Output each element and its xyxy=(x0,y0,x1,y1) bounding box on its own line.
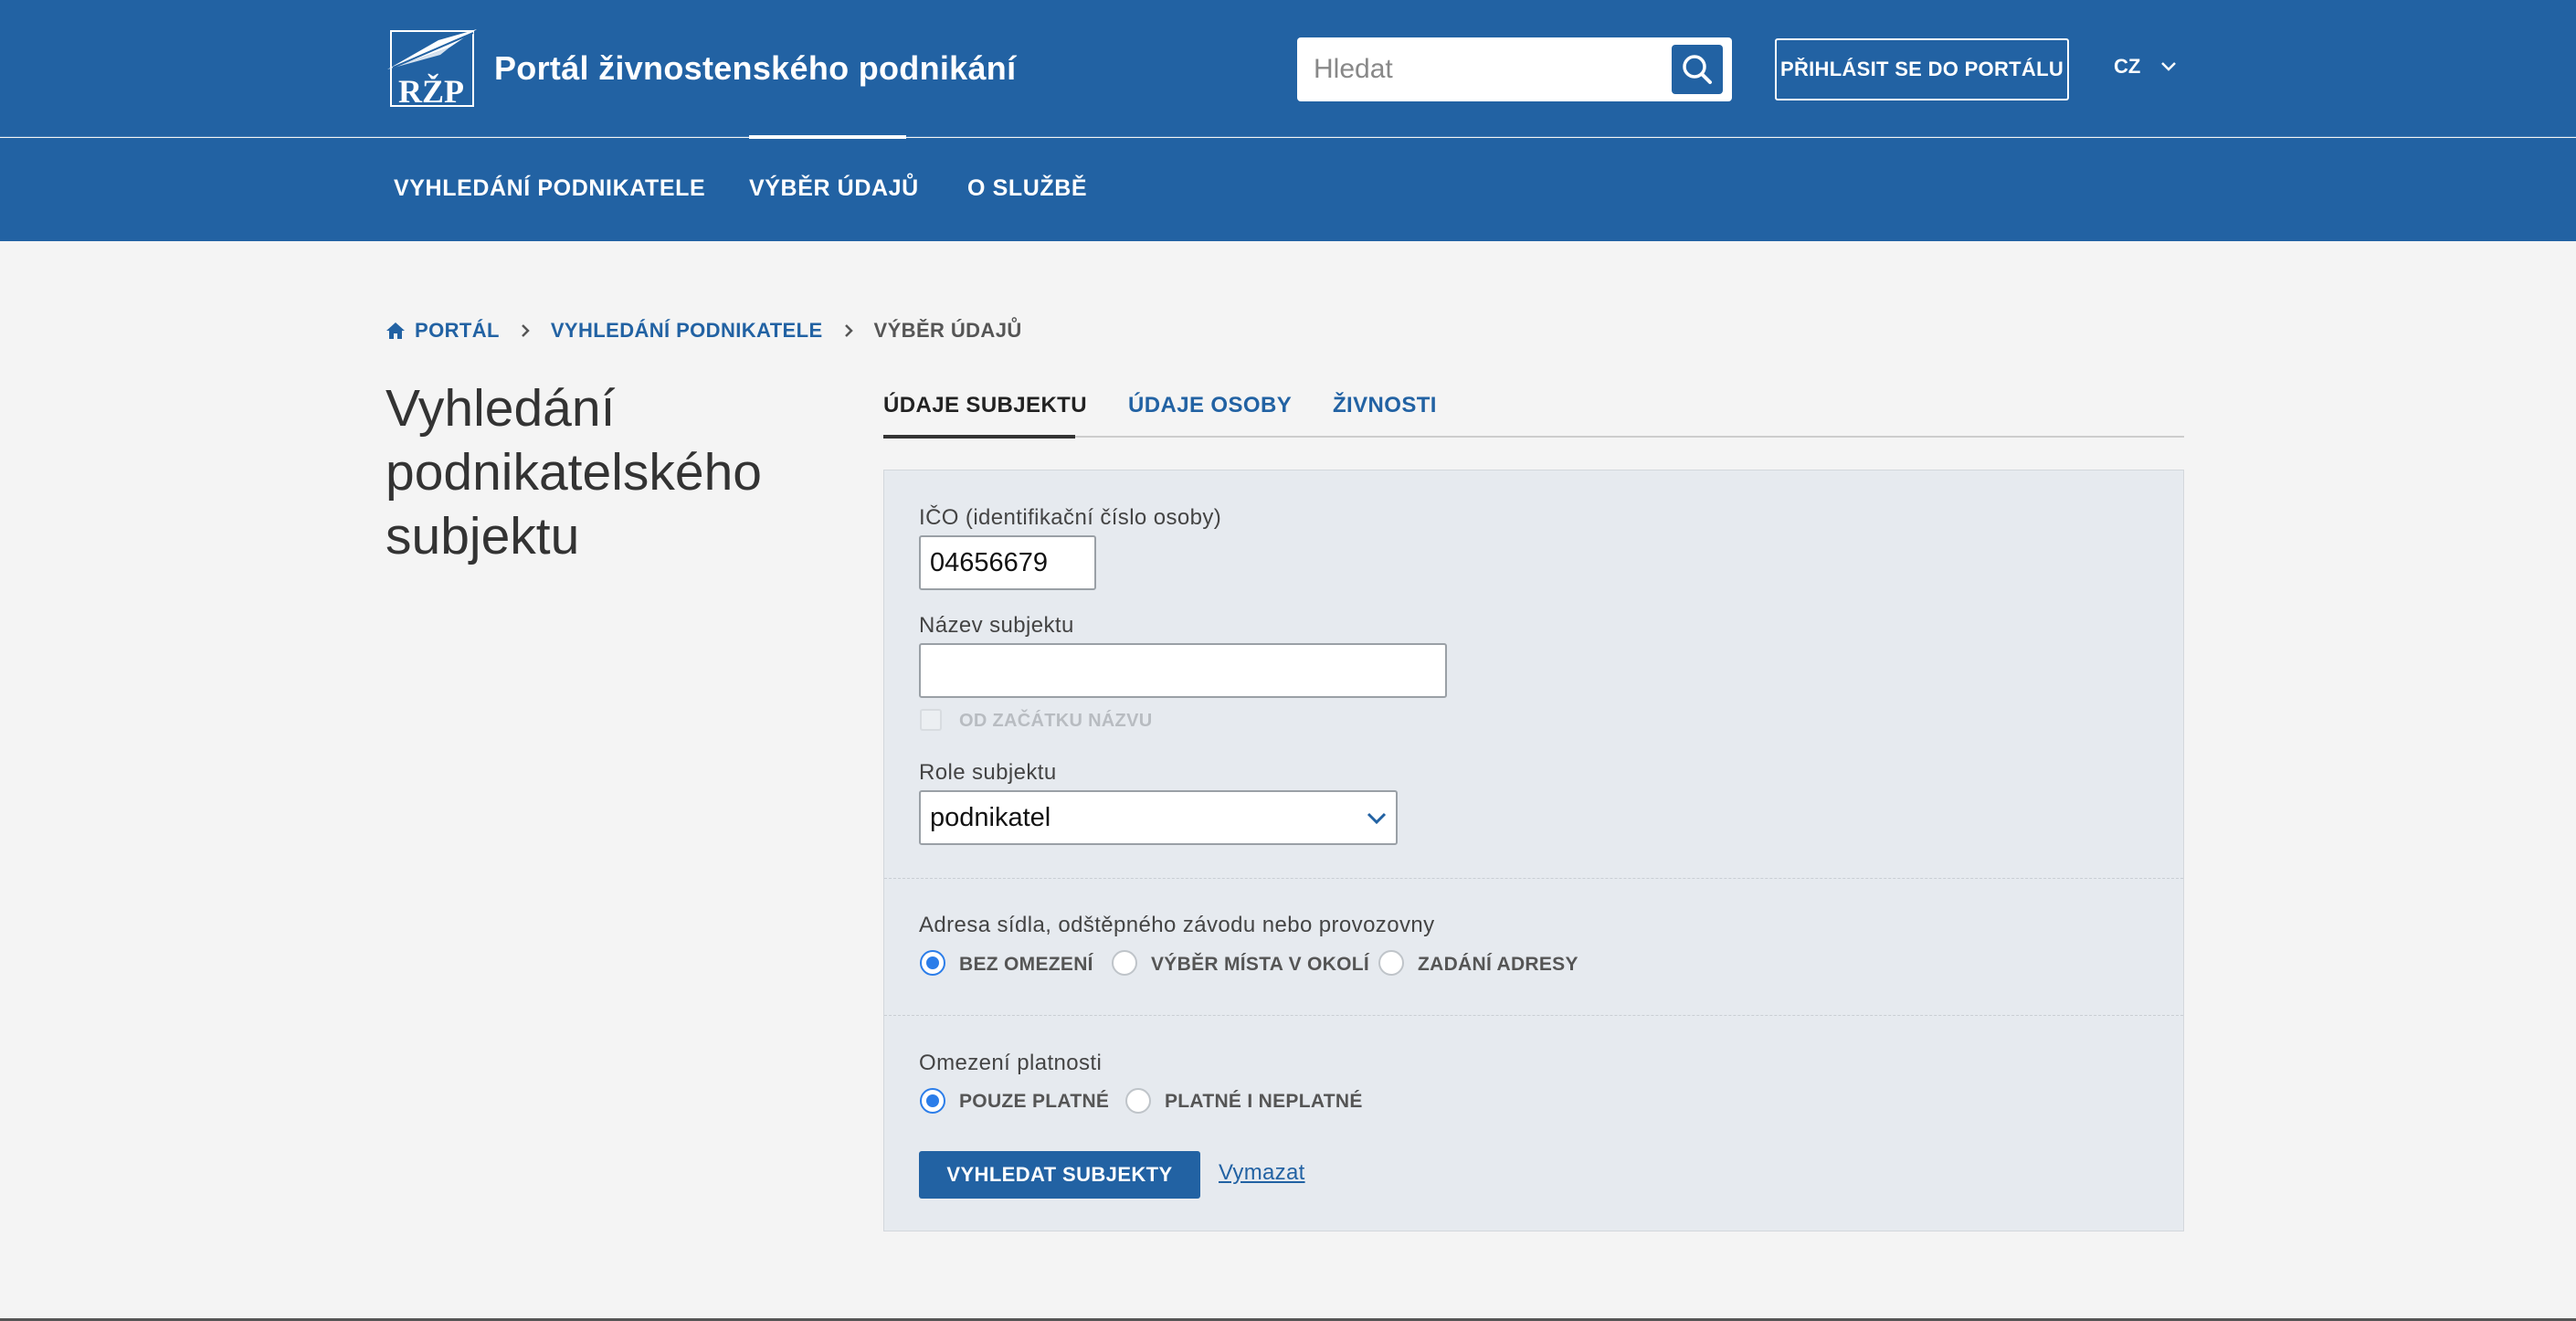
subject-name-label: Název subjektu xyxy=(919,613,1074,638)
home-icon[interactable] xyxy=(385,322,406,340)
tabs-divider xyxy=(883,436,2184,438)
address-radio-vyber-mista[interactable] xyxy=(1112,950,1137,976)
from-start-checkbox[interactable] xyxy=(920,709,942,731)
nav-item-o-sluzbe[interactable]: O SLUŽBĚ xyxy=(967,175,1087,202)
clear-link[interactable]: Vymazat xyxy=(1219,1160,1305,1186)
address-label: Adresa sídla, odštěpného závodu nebo pro… xyxy=(919,913,1435,937)
address-option-vyber-mista[interactable]: VÝBĚR MÍSTA V OKOLÍ xyxy=(1151,954,1369,976)
section-divider xyxy=(884,1015,2183,1016)
page-title-line-1: Vyhledání xyxy=(385,379,616,438)
search-input[interactable] xyxy=(1314,47,1661,92)
breadcrumb-vyhledani[interactable]: VYHLEDÁNÍ PODNIKATELE xyxy=(551,319,823,343)
section-divider xyxy=(884,878,2183,879)
validity-radio-pouze-platne[interactable] xyxy=(920,1088,945,1114)
address-radio-zadani-adresy[interactable] xyxy=(1378,950,1404,976)
role-select-value: podnikatel xyxy=(930,802,1051,832)
tab-udaje-osoby[interactable]: ÚDAJE OSOBY xyxy=(1128,393,1292,418)
login-button[interactable]: PŘIHLÁSIT SE DO PORTÁLU xyxy=(1775,38,2069,100)
role-label: Role subjektu xyxy=(919,760,1057,785)
validity-label: Omezení platnosti xyxy=(919,1051,1103,1075)
nav-item-vyhledani-podnikatele[interactable]: VYHLEDÁNÍ PODNIKATELE xyxy=(394,175,705,202)
chevron-down-icon xyxy=(1367,812,1387,825)
nav-active-indicator xyxy=(749,135,906,139)
tab-zivnosti[interactable]: ŽIVNOSTI xyxy=(1333,393,1437,418)
from-start-label: OD ZAČÁTKU NÁZVU xyxy=(959,711,1153,731)
search-icon xyxy=(1683,55,1712,84)
language-label: CZ xyxy=(2114,55,2141,78)
chevron-right-icon xyxy=(520,323,531,338)
address-option-bez-omezeni[interactable]: BEZ OMEZENÍ xyxy=(959,954,1093,976)
rzp-logo[interactable]: RŽP xyxy=(385,27,480,110)
tab-udaje-subjektu[interactable]: ÚDAJE SUBJEKTU xyxy=(883,393,1087,418)
address-option-zadani-adresy[interactable]: ZADÁNÍ ADRESY xyxy=(1418,954,1578,976)
page-title-line-2: podnikatelského xyxy=(385,443,762,502)
site-title[interactable]: Portál živnostenského podnikání xyxy=(494,49,1016,88)
search-button[interactable] xyxy=(1672,45,1723,94)
breadcrumb: PORTÁL VYHLEDÁNÍ PODNIKATELE VÝBĚR ÚDAJŮ xyxy=(385,319,1022,343)
validity-option-platne-i-neplatne[interactable]: PLATNÉ I NEPLATNÉ xyxy=(1165,1091,1363,1113)
chevron-right-icon xyxy=(843,323,854,338)
breadcrumb-home[interactable]: PORTÁL xyxy=(415,319,500,343)
page-title: Vyhledání podnikatelského subjektu xyxy=(385,376,842,568)
subject-name-input[interactable] xyxy=(919,643,1447,698)
search-box xyxy=(1297,37,1732,101)
address-radio-bez-omezeni[interactable] xyxy=(920,950,945,976)
nav-item-vyber-udaju[interactable]: VÝBĚR ÚDAJŮ xyxy=(749,175,919,202)
breadcrumb-current: VÝBĚR ÚDAJŮ xyxy=(873,319,1022,342)
page-title-line-3: subjektu xyxy=(385,507,580,565)
logo-text: RŽP xyxy=(398,73,464,110)
role-select[interactable]: podnikatel xyxy=(919,790,1398,845)
validity-option-pouze-platne[interactable]: POUZE PLATNÉ xyxy=(959,1091,1109,1113)
search-subjects-button[interactable]: VYHLEDAT SUBJEKTY xyxy=(919,1151,1200,1199)
ico-label: IČO (identifikační číslo osoby) xyxy=(919,505,1222,530)
ico-input[interactable]: 04656679 xyxy=(919,535,1096,590)
chevron-down-icon xyxy=(2161,62,2177,71)
main-navigation xyxy=(0,138,2576,241)
language-selector[interactable]: CZ xyxy=(2114,55,2177,79)
validity-radio-platne-i-neplatne[interactable] xyxy=(1125,1088,1151,1114)
tab-active-indicator xyxy=(883,435,1075,439)
